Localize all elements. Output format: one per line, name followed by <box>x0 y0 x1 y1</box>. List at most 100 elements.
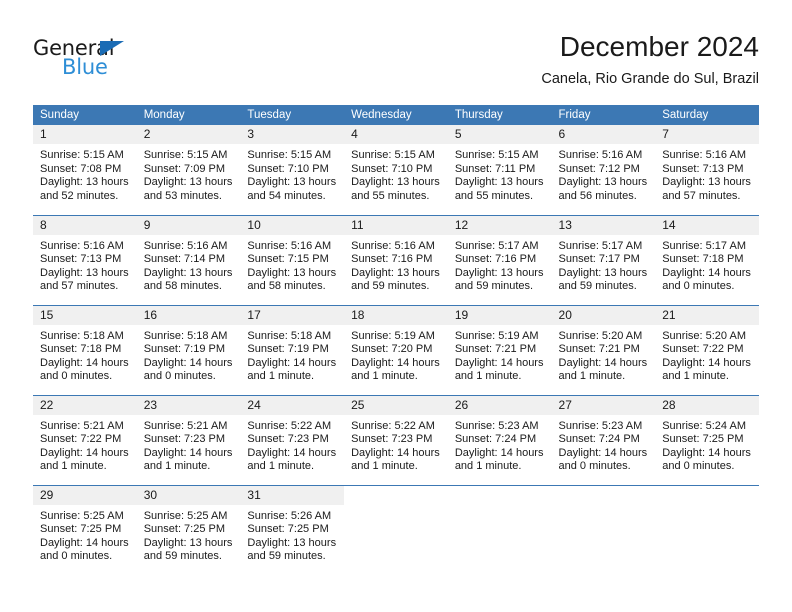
daylight-text-line2: and 56 minutes. <box>558 189 637 202</box>
logo-text-blue: Blue <box>62 55 108 79</box>
day-details: Sunrise: 5:16 AM Sunset: 7:15 PM Daylight:… <box>240 235 344 294</box>
daylight-text-line2: and 1 minute. <box>662 370 729 383</box>
day-details: Sunrise: 5:23 AM Sunset: 7:24 PM Daylight:… <box>448 415 552 474</box>
calendar-day-cell[interactable]: 13 Sunrise: 5:17 AM Sunset: 7:17 PM Dayligh… <box>551 214 656 305</box>
sunset-text: Sunset: 7:10 PM <box>247 162 329 175</box>
day-details: Sunrise: 5:15 AM Sunset: 7:10 PM Daylight:… <box>344 144 448 203</box>
day-number: 25 <box>344 395 448 415</box>
calendar-table: Sunday Monday Tuesday Wednesday Thursday… <box>33 105 759 575</box>
sunrise-text: Sunrise: 5:16 AM <box>143 239 228 252</box>
calendar-day-cell[interactable]: 14 Sunrise: 5:17 AM Sunset: 7:18 PM Dayligh… <box>655 214 759 305</box>
calendar-day-cell[interactable]: 3 Sunrise: 5:15 AM Sunset: 7:10 PM Daylight… <box>240 125 345 215</box>
day-number: 6 <box>551 125 656 144</box>
calendar-day-cell[interactable]: 31 Sunrise: 5:26 AM Sunset: 7:25 PM Dayligh… <box>240 484 345 575</box>
day-details: Sunrise: 5:16 AM Sunset: 7:16 PM Daylight:… <box>344 235 448 294</box>
sunset-text: Sunset: 7:10 PM <box>351 162 433 175</box>
day-cell-content: 10 Sunrise: 5:16 AM Sunset: 7:15 PM Dayligh… <box>240 215 345 305</box>
sunset-text: Sunset: 7:19 PM <box>143 343 226 356</box>
day-number: 7 <box>655 125 759 144</box>
calendar-day-cell[interactable]: 22 Sunrise: 5:21 AM Sunset: 7:22 PM Dayligh… <box>33 394 137 485</box>
calendar-day-cell[interactable]: 18 Sunrise: 5:19 AM Sunset: 7:20 PM Dayligh… <box>344 304 448 395</box>
daylight-text-line2: and 1 minute. <box>40 460 107 473</box>
sunrise-text: Sunrise: 5:15 AM <box>143 149 228 161</box>
calendar-day-cell[interactable]: 6 Sunrise: 5:16 AM Sunset: 7:12 PM Daylight… <box>551 125 656 215</box>
calendar-day-cell[interactable]: 24 Sunrise: 5:22 AM Sunset: 7:23 PM Dayligh… <box>240 394 345 485</box>
day-cell-content: 13 Sunrise: 5:17 AM Sunset: 7:17 PM Dayligh… <box>551 215 656 305</box>
daylight-text-line1: Daylight: 14 hours <box>662 356 751 369</box>
calendar-day-cell[interactable]: 1 Sunrise: 5:15 AM Sunset: 7:08 PM Daylight… <box>33 125 137 215</box>
sunrise-text: Sunrise: 5:15 AM <box>40 149 124 161</box>
day-cell-content: 26 Sunrise: 5:23 AM Sunset: 7:24 PM Dayligh… <box>447 395 552 485</box>
calendar-day-cell[interactable]: 9 Sunrise: 5:16 AM Sunset: 7:14 PM Daylight… <box>136 214 241 305</box>
sunrise-text: Sunrise: 5:21 AM <box>143 419 228 432</box>
daylight-text-line1: Daylight: 14 hours <box>143 446 233 459</box>
calendar-day-cell[interactable]: 27 Sunrise: 5:23 AM Sunset: 7:24 PM Dayligh… <box>551 394 656 485</box>
daylight-text-line2: and 58 minutes. <box>143 280 222 293</box>
day-cell-content: 17 Sunrise: 5:18 AM Sunset: 7:19 PM Dayligh… <box>240 305 345 395</box>
calendar-day-cell[interactable]: 11 Sunrise: 5:16 AM Sunset: 7:16 PM Dayligh… <box>344 214 448 305</box>
calendar-day-cell[interactable]: 15 Sunrise: 5:18 AM Sunset: 7:18 PM Dayligh… <box>33 304 137 395</box>
daylight-text-line1: Daylight: 14 hours <box>247 446 337 459</box>
sunrise-text: Sunrise: 5:20 AM <box>558 329 643 342</box>
daylight-text-line2: and 1 minute. <box>351 370 418 383</box>
day-number: 26 <box>447 395 552 415</box>
day-cell-content <box>447 485 552 576</box>
day-number: 14 <box>655 215 759 235</box>
daylight-text-line1: Daylight: 14 hours <box>247 356 337 369</box>
sunset-text: Sunset: 7:23 PM <box>351 433 433 446</box>
sunset-text: Sunset: 7:15 PM <box>247 253 329 266</box>
sunset-text: Sunset: 7:21 PM <box>454 343 537 356</box>
sunrise-text: Sunrise: 5:17 AM <box>662 239 746 252</box>
sunset-text: Sunset: 7:16 PM <box>454 253 537 266</box>
daylight-text-line2: and 1 minute. <box>143 460 211 473</box>
day-cell-content: 12 Sunrise: 5:17 AM Sunset: 7:16 PM Dayligh… <box>447 215 552 305</box>
calendar-day-cell[interactable]: 23 Sunrise: 5:21 AM Sunset: 7:23 PM Dayligh… <box>136 394 241 485</box>
day-details: Sunrise: 5:22 AM Sunset: 7:23 PM Daylight:… <box>344 415 448 474</box>
day-number: 15 <box>33 305 137 325</box>
daylight-text-line1: Daylight: 13 hours <box>558 176 648 189</box>
calendar-day-cell[interactable]: 20 Sunrise: 5:20 AM Sunset: 7:21 PM Dayligh… <box>551 304 656 395</box>
daylight-text-line2: and 1 minute. <box>454 460 522 473</box>
daylight-text-line1: Daylight: 13 hours <box>454 266 544 279</box>
day-details: Sunrise: 5:18 AM Sunset: 7:19 PM Daylight:… <box>137 325 241 384</box>
general-blue-logo: General Blue <box>33 36 213 88</box>
calendar-day-cell[interactable]: 16 Sunrise: 5:18 AM Sunset: 7:19 PM Dayligh… <box>136 304 241 395</box>
calendar-day-cell[interactable]: 25 Sunrise: 5:22 AM Sunset: 7:23 PM Dayligh… <box>344 394 448 485</box>
daylight-text-line2: and 55 minutes. <box>454 189 534 202</box>
calendar-day-cell[interactable]: 12 Sunrise: 5:17 AM Sunset: 7:16 PM Dayligh… <box>447 214 552 305</box>
calendar-day-cell[interactable]: 26 Sunrise: 5:23 AM Sunset: 7:24 PM Dayligh… <box>447 394 552 485</box>
sunrise-text: Sunrise: 5:20 AM <box>662 329 746 342</box>
calendar-day-cell[interactable]: 10 Sunrise: 5:16 AM Sunset: 7:15 PM Dayligh… <box>240 214 345 305</box>
day-cell-content: 4 Sunrise: 5:15 AM Sunset: 7:10 PM Daylight… <box>344 125 448 215</box>
calendar-day-cell[interactable]: 21 Sunrise: 5:20 AM Sunset: 7:22 PM Dayligh… <box>655 304 759 395</box>
calendar-day-cell[interactable]: 30 Sunrise: 5:25 AM Sunset: 7:25 PM Dayligh… <box>136 484 241 575</box>
day-cell-content: 5 Sunrise: 5:15 AM Sunset: 7:11 PM Daylight… <box>447 125 552 215</box>
day-cell-content <box>344 485 448 576</box>
sunset-text: Sunset: 7:22 PM <box>662 343 744 356</box>
calendar-day-cell[interactable]: 4 Sunrise: 5:15 AM Sunset: 7:10 PM Daylight… <box>344 125 448 215</box>
day-details: Sunrise: 5:21 AM Sunset: 7:22 PM Daylight:… <box>33 415 137 474</box>
calendar-week-row: 22 Sunrise: 5:21 AM Sunset: 7:22 PM Dayligh… <box>33 394 759 485</box>
daylight-text-line2: and 0 minutes. <box>662 460 735 473</box>
sunrise-text: Sunrise: 5:22 AM <box>247 419 332 432</box>
day-cell-content: 21 Sunrise: 5:20 AM Sunset: 7:22 PM Dayligh… <box>655 305 759 395</box>
calendar-day-cell[interactable]: 7 Sunrise: 5:16 AM Sunset: 7:13 PM Daylight… <box>655 125 759 215</box>
sunrise-text: Sunrise: 5:17 AM <box>558 239 643 252</box>
calendar-day-cell[interactable]: 5 Sunrise: 5:15 AM Sunset: 7:11 PM Daylight… <box>447 125 552 215</box>
sunrise-text: Sunrise: 5:23 AM <box>558 419 643 432</box>
calendar-day-cell[interactable]: 2 Sunrise: 5:15 AM Sunset: 7:09 PM Daylight… <box>136 125 241 215</box>
calendar-day-cell[interactable]: 28 Sunrise: 5:24 AM Sunset: 7:25 PM Dayligh… <box>655 394 759 485</box>
calendar-day-cell[interactable]: 19 Sunrise: 5:19 AM Sunset: 7:21 PM Dayligh… <box>447 304 552 395</box>
day-cell-content: 27 Sunrise: 5:23 AM Sunset: 7:24 PM Dayligh… <box>551 395 656 485</box>
day-cell-content <box>551 485 656 576</box>
calendar-day-cell[interactable]: 17 Sunrise: 5:18 AM Sunset: 7:19 PM Dayligh… <box>240 304 345 395</box>
daylight-text-line1: Daylight: 13 hours <box>40 266 129 279</box>
day-cell-content <box>655 485 759 576</box>
calendar-day-cell[interactable]: 29 Sunrise: 5:25 AM Sunset: 7:25 PM Dayligh… <box>33 484 137 575</box>
day-details: Sunrise: 5:15 AM Sunset: 7:08 PM Daylight:… <box>33 144 137 203</box>
day-details: Sunrise: 5:22 AM Sunset: 7:23 PM Daylight:… <box>240 415 344 474</box>
calendar-day-cell[interactable]: 8 Sunrise: 5:16 AM Sunset: 7:13 PM Daylight… <box>33 214 137 305</box>
day-number: 24 <box>240 395 345 415</box>
sunset-text: Sunset: 7:19 PM <box>247 343 329 356</box>
day-number: 12 <box>447 215 552 235</box>
